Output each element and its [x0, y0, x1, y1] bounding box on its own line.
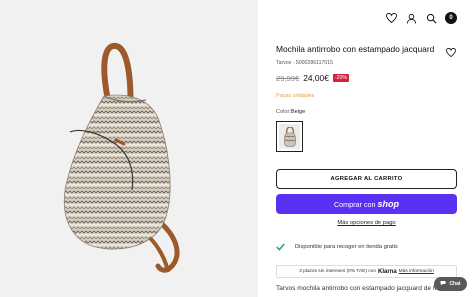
color-label-text: Color:	[276, 109, 291, 115]
old-price: 29,99€	[276, 73, 300, 83]
klarna-info-link[interactable]: Más información	[399, 269, 434, 274]
chat-label: Chat	[449, 281, 461, 287]
availability-row: Disponible para recoger en tienda gratis	[276, 238, 398, 256]
heart-icon[interactable]	[385, 12, 397, 24]
chat-button[interactable]: Chat	[434, 277, 467, 291]
shop-pay-label: Comprar con	[333, 199, 376, 209]
color-value: Beige	[290, 109, 306, 115]
backpack-image	[63, 42, 180, 273]
wishlist-heart-icon[interactable]	[446, 44, 456, 58]
swatch-thumbnail	[279, 124, 300, 149]
cart-count-badge[interactable]: 0	[445, 12, 457, 24]
availability-text: Disponible para recoger en tienda gratis	[295, 244, 398, 250]
price-row: 29,99€ 24,00€ -20%	[276, 73, 349, 83]
more-payment-options-link[interactable]: Más opciones de pago	[276, 220, 457, 226]
color-swatch-beige[interactable]	[276, 121, 303, 152]
klarna-banner: 3 plazos sin intereses (0% TAE) con Klar…	[276, 265, 457, 278]
shop-logo: shop	[377, 199, 400, 209]
klarna-text: 3 plazos sin intereses (0% TAE) con	[299, 269, 376, 274]
color-label: Color:Beige	[276, 109, 305, 115]
discount-badge: -20%	[332, 74, 349, 82]
product-image[interactable]	[0, 0, 258, 297]
header-actions: 0	[385, 12, 457, 24]
stock-status: Pocas unidades	[276, 93, 315, 99]
chat-bubble-icon	[440, 280, 446, 288]
add-to-cart-button[interactable]: AGREGAR AL CARRITO	[276, 169, 457, 189]
product-sku: Tarvos - 5000286117015	[276, 60, 334, 66]
check-icon	[276, 238, 285, 256]
current-price: 24,00€	[303, 73, 329, 83]
shop-pay-button[interactable]: Comprar con shop	[276, 194, 457, 214]
product-title: Mochila antirrobo con estampado jacquard	[276, 44, 435, 54]
klarna-logo: Klarna	[377, 268, 397, 275]
user-icon[interactable]	[405, 12, 417, 24]
product-description: Tarvos mochila antirrobo con estampado j…	[276, 285, 454, 292]
search-icon[interactable]	[425, 12, 437, 24]
